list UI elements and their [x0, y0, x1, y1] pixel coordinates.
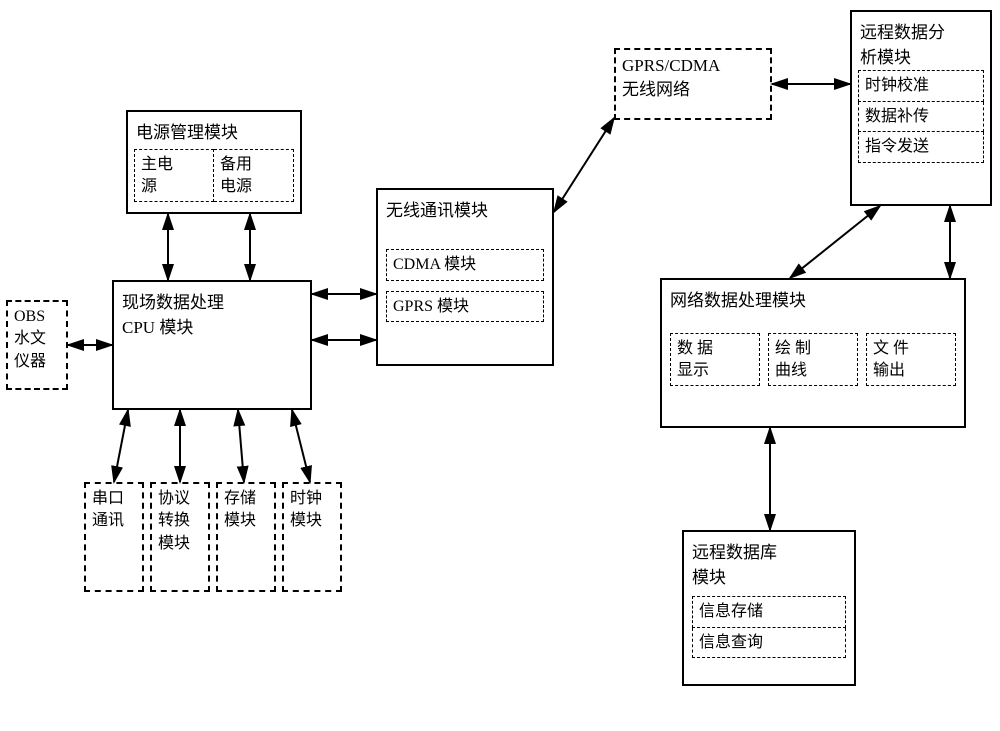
netproc-module: 网络数据处理模块 数 据 显示 绘 制 曲线 文 件 输出 — [660, 278, 966, 428]
netproc-display: 数 据 显示 — [670, 333, 760, 386]
power-title: 电源管理模块 — [128, 112, 300, 149]
netproc-file: 文 件 输出 — [866, 333, 956, 386]
power-main: 主电 源 — [134, 149, 214, 202]
periph-serial: 串口 通讯 — [84, 482, 144, 592]
power-module: 电源管理模块 主电 源 备用 电源 — [126, 110, 302, 214]
cpu-module: 现场数据处理 CPU 模块 — [112, 280, 312, 410]
wireless-module: 无线通讯模块 CDMA 模块 GPRS 模块 — [376, 188, 554, 366]
remote-analysis-title: 远程数据分 析模块 — [852, 12, 990, 70]
remotedb-module: 远程数据库 模块 信息存储 信息查询 — [682, 530, 856, 686]
remote-analysis-module: 远程数据分 析模块 时钟校准 数据补传 指令发送 — [850, 10, 992, 206]
periph-clock-label: 时钟 模块 — [284, 484, 340, 537]
remotedb-store: 信息存储 — [692, 596, 846, 628]
netproc-title: 网络数据处理模块 — [662, 280, 964, 317]
remotedb-query: 信息查询 — [692, 628, 846, 659]
remotedb-title: 远程数据库 模块 — [684, 532, 854, 594]
power-backup: 备用 电源 — [214, 149, 294, 202]
wireless-cdma: CDMA 模块 — [386, 249, 544, 281]
ra-clock: 时钟校准 — [858, 70, 984, 102]
periph-clock: 时钟 模块 — [282, 482, 342, 592]
gprscdma-box: GPRS/CDMA 无线网络 — [614, 48, 772, 120]
periph-storage: 存储 模块 — [216, 482, 276, 592]
ra-cmd: 指令发送 — [858, 132, 984, 163]
periph-protocol: 协议 转换 模块 — [150, 482, 210, 592]
obs-box: OBS 水文 仪器 — [6, 300, 68, 390]
periph-protocol-label: 协议 转换 模块 — [152, 484, 208, 559]
wireless-title: 无线通讯模块 — [378, 190, 552, 227]
periph-storage-label: 存储 模块 — [218, 484, 274, 537]
gprscdma-label: GPRS/CDMA 无线网络 — [616, 50, 770, 106]
obs-label: OBS 水文 仪器 — [8, 302, 66, 377]
netproc-curve: 绘 制 曲线 — [768, 333, 858, 386]
cpu-title: 现场数据处理 CPU 模块 — [114, 282, 310, 344]
periph-serial-label: 串口 通讯 — [86, 484, 142, 537]
wireless-gprs: GPRS 模块 — [386, 291, 544, 323]
ra-resend: 数据补传 — [858, 102, 984, 133]
